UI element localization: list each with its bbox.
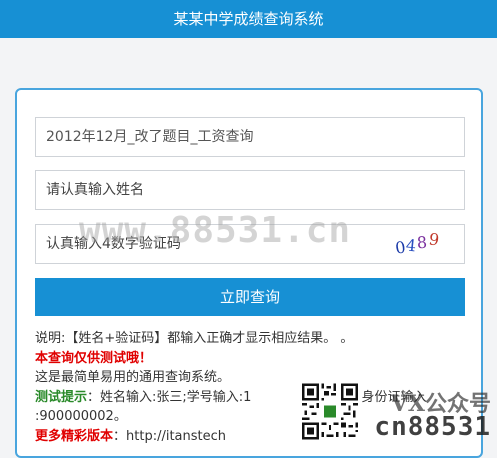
captcha-input-placeholder: 认真输入4数字验证码: [46, 236, 181, 252]
info-instructions: 说明:【姓名+验证码】都输入正确才显示相应结果。 。: [35, 331, 354, 346]
query-title-value: 2012年12月_改了题目_工资查询: [46, 129, 254, 145]
site-id-watermark: cn88531: [374, 412, 491, 442]
submit-query-button[interactable]: 立即查询: [35, 278, 465, 316]
info-test-warning: 本查询仅供测试哦！: [35, 350, 153, 366]
info-description: 这是最简单易用的通用查询系统。: [35, 370, 231, 385]
captcha-char: 9: [427, 229, 442, 250]
captcha-char: 8: [416, 232, 429, 253]
name-input[interactable]: 请认真输入姓名: [35, 170, 465, 210]
info-more-label: 更多精彩版本: [35, 428, 114, 444]
info-test-hint-text: ：姓名输入:张三;学号输入:1: [87, 389, 252, 405]
info-more-link[interactable]: ：http://itanstech: [113, 429, 226, 444]
captcha-image[interactable]: 0489: [388, 229, 446, 257]
page-title: 某某中学成绩查询系统: [173, 10, 324, 28]
captcha-input[interactable]: 认真输入4数字验证码 0489: [35, 224, 465, 264]
info-test-hint-label: 测试提示: [35, 389, 88, 405]
header-bar: 某某中学成绩查询系统: [0, 0, 497, 38]
name-input-placeholder: 请认真输入姓名: [46, 182, 144, 198]
qr-code-image: [299, 381, 361, 442]
query-title-field[interactable]: 2012年12月_改了题目_工资查询: [35, 117, 465, 157]
